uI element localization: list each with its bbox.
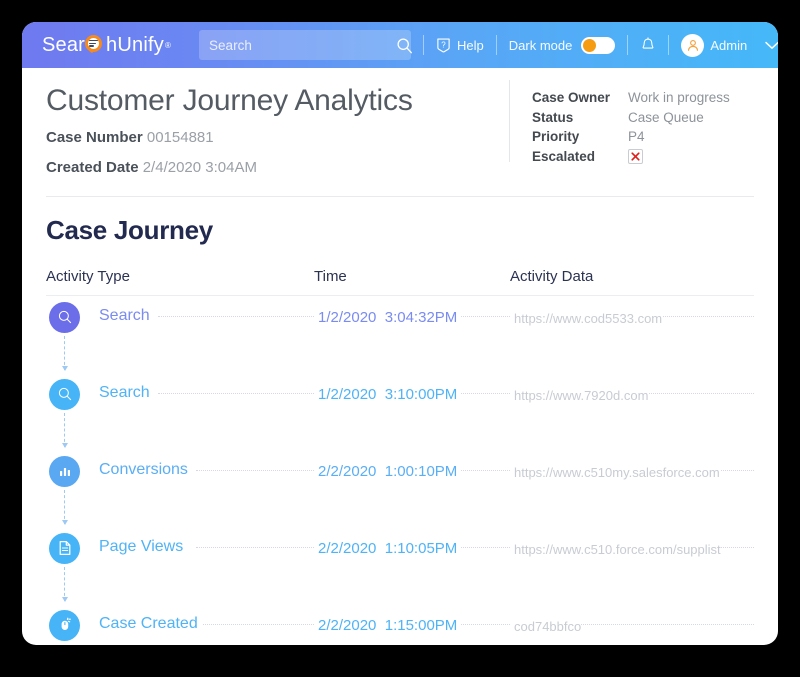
table-row[interactable]: Search 1/2/2020 3:04:32PM https://www.co… [46,296,754,373]
activity-data-value: https://www.c510my.salesforce.com [510,464,720,480]
activity-data-cell: https://www.c510my.salesforce.com [510,450,720,482]
toggle-knob [583,38,597,52]
activity-data-cell: https://www.cod5533.com [510,296,754,328]
journey-rows: Search 1/2/2020 3:04:32PM https://www.co… [46,296,754,646]
avatar [681,33,705,57]
activity-data-cell: https://www.7920d.com [510,373,754,405]
dark-mode-toggle[interactable] [581,36,616,54]
activity-data-value: cod74bbfco [510,618,582,634]
case-meta-panel: Case Owner Work in progress Status Case … [532,88,730,166]
user-name-label: Admin [710,37,748,53]
timeline-arrow [61,489,68,525]
activity-type-label: Conversions [99,460,192,478]
activity-data-cell: cod74bbfco [510,604,754,636]
activity-type-cell: Search [46,296,314,325]
column-header-activity-data: Activity Data [510,267,594,285]
page-header-area: Customer Journey Analytics Case Number 0… [22,68,778,180]
activity-time-cell: 1/2/2020 3:10:00PM [314,373,510,403]
divider [668,35,670,55]
activity-time-cell: 2/2/2020 1:15:00PM [314,604,510,634]
meta-row-escalated: Escalated [532,147,730,167]
table-row[interactable]: Conversions 2/2/2020 1:00:10PM https://w… [46,450,754,527]
activity-type-label: Case Created [99,614,202,632]
divider [495,35,497,55]
activity-time-cell: 2/2/2020 1:10:05PM [314,527,510,557]
timeline-arrow [61,412,68,448]
meta-value: Case Queue [628,109,704,125]
activity-date: 1/2/2020 [318,385,377,403]
activity-time: 1:15:00PM [384,616,458,634]
activity-data-value: https://www.cod5533.com [510,310,663,326]
activity-date: 2/2/2020 [318,539,377,557]
global-search-box[interactable] [199,30,413,60]
activity-time-cell: 2/2/2020 1:00:10PM [314,450,510,480]
case-number-value: 00154881 [146,128,214,146]
top-navigation-bar: Sear hUnify ® Search ? Help Dark mode Ad… [22,22,778,68]
divider [423,35,425,55]
activity-type-label: Search [99,383,154,401]
column-header-activity-type: Activity Type [46,267,130,285]
searchunify-logo[interactable]: Sear hUnify ® [42,34,171,57]
activity-type-label: Search [99,306,154,324]
meta-label: Escalated [532,148,596,164]
help-button[interactable]: ? Help [436,37,484,53]
activity-date: 1/2/2020 [318,308,377,326]
activity-data-value: https://www.7920d.com [510,387,649,403]
created-date-label: Created Date [46,159,139,176]
table-row[interactable]: Search 1/2/2020 3:10:00PM https://www.79… [46,373,754,450]
activity-time: 3:04:32PM [384,308,458,326]
activity-type-label: Page Views [99,537,188,555]
timeline-arrow [61,335,68,371]
activity-type-cell: Conversions [46,450,314,479]
activity-time-cell: 1/2/2020 3:04:32PM [314,296,510,326]
activity-time: 3:10:00PM [384,385,458,403]
created-date-value: 2/4/2020 3:04AM [142,159,257,176]
dotted-connector [196,623,754,625]
notifications-bell-icon[interactable] [640,36,656,54]
chevron-down-icon[interactable] [765,38,778,53]
meta-value: P4 [628,129,645,145]
search-input[interactable] [199,37,397,53]
meta-row-status: Status Case Queue [532,108,730,128]
divider [627,35,629,55]
journey-table-header: Activity Type Time Activity Data [46,268,754,296]
help-question-icon: ? [436,37,451,53]
activity-date: 2/2/2020 [318,616,377,634]
topbar-right-group: ? Help Dark mode Admin [411,22,778,68]
case-number-label: Case Number [46,128,143,146]
activity-type-cell: Case Created [46,604,314,633]
meta-row-priority: Priority P4 [532,127,730,147]
meta-label: Status [532,109,574,125]
section-title: Case Journey [46,214,213,245]
meta-value: Work in progress [628,90,730,105]
vertical-divider [509,80,510,162]
magnifier-logo-icon [85,34,106,56]
dark-mode-control[interactable]: Dark mode [508,36,616,54]
search-icon[interactable] [396,37,413,54]
user-menu[interactable]: Admin [681,33,778,57]
help-label: Help [457,37,484,53]
meta-label: Case Owner [532,90,611,105]
brand-text-part2: hUnify [106,33,164,56]
registered-trademark: ® [164,40,172,50]
svg-text:?: ? [441,40,446,49]
activity-type-cell: Page Views [46,527,314,556]
timeline-arrow [61,566,68,602]
table-row[interactable]: Case Created 2/2/2020 1:15:00PM cod74bbf… [46,604,754,646]
meta-row-case-owner: Case Owner Work in progress [532,88,730,108]
meta-label: Priority [532,129,580,145]
escalated-broken-image-icon [628,148,643,164]
table-row[interactable]: Page Views 2/2/2020 1:10:05PM https://ww… [46,527,754,604]
activity-date: 2/2/2020 [318,462,377,480]
activity-type-cell: Search [46,373,314,402]
column-header-time: Time [314,267,347,285]
dark-mode-label: Dark mode [508,37,573,53]
brand-text-part1: Sear [42,33,86,56]
activity-data-cell: https://www.c510.force.com/supplist [510,527,721,559]
activity-data-value: https://www.c510.force.com/supplist [510,541,721,557]
activity-time: 1:00:10PM [384,462,458,480]
app-card: Sear hUnify ® Search ? Help Dark mode Ad… [22,22,778,645]
case-journey-section: Case Journey Activity Type Time Activity… [22,197,778,646]
activity-time: 1:10:05PM [384,539,458,557]
